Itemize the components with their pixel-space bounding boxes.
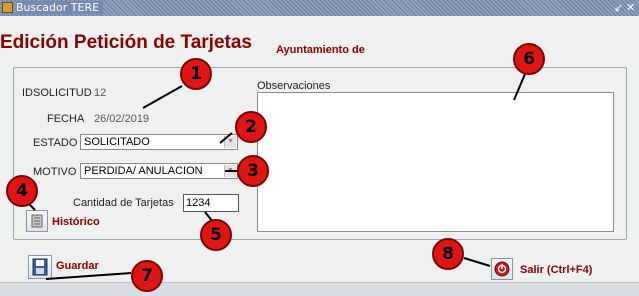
chevron-down-icon[interactable]: ▼ (224, 165, 236, 177)
window-titlebar: Buscador TERE ↙ ✕ (0, 0, 639, 16)
fecha-label: FECHA (47, 113, 85, 125)
salir-label[interactable]: Salir (Ctrl+F4) (520, 264, 592, 276)
annotation-badge-6: 6 (513, 43, 545, 75)
window-title: Buscador TERE (16, 1, 104, 14)
annotation-line-7 (45, 272, 132, 280)
idsolicitud-label: IDSOLICITUD (22, 87, 92, 99)
annotation-badge-4: 4 (6, 175, 38, 207)
salir-button[interactable] (491, 258, 513, 280)
estado-select[interactable]: SOLICITADO ▼ (80, 134, 238, 150)
close-icon[interactable]: ✕ (626, 1, 635, 14)
cantidad-label: Cantidad de Tarjetas (73, 197, 174, 209)
fecha-value: 26/02/2019 (94, 113, 150, 125)
motivo-select[interactable]: PERDIDA/ ANULACION ▼ (80, 163, 238, 179)
estado-label: ESTADO (33, 137, 78, 149)
cantidad-input[interactable]: 1234 (183, 194, 239, 212)
motivo-select-value: PERDIDA/ ANULACION (84, 165, 203, 177)
historico-button[interactable] (26, 210, 48, 232)
save-icon (32, 258, 48, 276)
observaciones-label: Observaciones (257, 80, 331, 92)
observaciones-textarea[interactable] (257, 92, 614, 232)
annotation-badge-2: 2 (235, 111, 267, 143)
estado-select-value: SOLICITADO (84, 136, 150, 148)
motivo-label: MOTIVO (33, 166, 77, 178)
history-icon (31, 214, 43, 228)
status-strip (0, 282, 639, 296)
annotation-badge-7: 7 (131, 260, 163, 292)
idsolicitud-value: 12 (94, 87, 107, 99)
municipality-label: Ayuntamiento de (276, 44, 365, 56)
annotation-badge-1: 1 (180, 58, 212, 90)
chevron-down-icon[interactable]: ▼ (224, 136, 236, 148)
guardar-button[interactable] (28, 255, 52, 279)
page-title: Edición Petición de Tarjetas (0, 32, 252, 53)
annotation-badge-5: 5 (200, 219, 232, 251)
annotation-line-8 (463, 257, 491, 267)
app-window: Buscador TERE ↙ ✕ Edición Petición de Ta… (0, 0, 639, 296)
historico-label[interactable]: Histórico (52, 216, 100, 228)
app-icon (2, 2, 13, 13)
annotation-badge-3: 3 (237, 155, 269, 187)
power-icon (494, 261, 510, 277)
annotation-badge-8: 8 (432, 238, 464, 270)
minimize-icon[interactable]: ↙ (614, 1, 623, 14)
guardar-label[interactable]: Guardar (56, 260, 99, 272)
